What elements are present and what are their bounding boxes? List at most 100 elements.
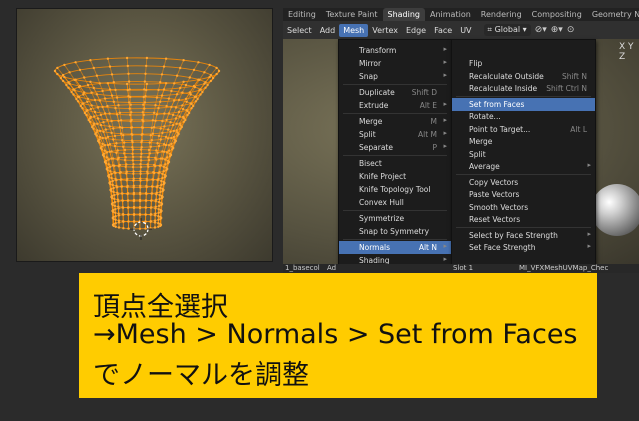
- mesh-menu-item-bisect[interactable]: Bisect: [339, 157, 451, 170]
- mesh-vertex: [163, 125, 166, 128]
- mesh-menu-item-separate[interactable]: Separate P ▸: [339, 141, 451, 154]
- menu-item-label: Convex Hull: [359, 198, 404, 207]
- menu-item-shortcut: Shift N: [561, 71, 587, 81]
- normals-menu-item-rotate[interactable]: Rotate...: [452, 110, 595, 123]
- normals-menu-item-flip[interactable]: Flip: [452, 57, 595, 70]
- mesh-vertex: [76, 95, 80, 98]
- menu-edge[interactable]: Edge: [402, 24, 430, 37]
- mesh-vertex: [125, 82, 129, 86]
- mesh-vertex: [150, 139, 153, 142]
- tab-animation[interactable]: Animation: [425, 8, 476, 21]
- normals-menu-item-reset-vectors[interactable]: Reset Vectors: [452, 213, 595, 226]
- mesh-menu-item-merge[interactable]: Merge M ▸: [339, 115, 451, 128]
- mesh-menu-item-knife-project[interactable]: Knife Project: [339, 170, 451, 183]
- normals-menu-item-recalculate-outside[interactable]: Recalculate Outside Shift N: [452, 70, 595, 83]
- mesh-menu-item-split[interactable]: Split Alt M ▸: [339, 128, 451, 141]
- editor-mode-short[interactable]: Ad: [327, 264, 336, 272]
- mesh-vertex: [138, 213, 142, 216]
- transform-orientation-dropdown[interactable]: ⌗ Global ▾: [483, 24, 531, 36]
- normals-menu-item-copy-vectors[interactable]: Copy Vectors: [452, 176, 595, 189]
- mesh-vertex: [182, 120, 186, 124]
- mesh-vertex: [139, 148, 143, 151]
- menu-mesh[interactable]: Mesh: [339, 23, 369, 37]
- mesh-vertex: [164, 82, 168, 85]
- slot-dropdown[interactable]: Slot 1: [453, 264, 473, 272]
- mesh-vertex: [117, 221, 121, 224]
- mesh-vertex: [154, 156, 157, 159]
- mesh-vertex: [141, 111, 144, 114]
- mesh-vertex: [112, 215, 115, 219]
- mesh-menu-item-convex-hull[interactable]: Convex Hull: [339, 196, 451, 209]
- mesh-menu-item-snap-to-symmetry[interactable]: Snap to Symmetry: [339, 225, 451, 238]
- mesh-menu-item-symmetrize[interactable]: Symmetrize: [339, 212, 451, 225]
- mesh-vertex: [154, 119, 157, 123]
- mesh-vertex: [143, 101, 147, 104]
- mesh-vertex: [206, 83, 209, 87]
- normals-menu-item-set-from-faces[interactable]: Set from Faces: [452, 97, 595, 111]
- mesh-vertex: [131, 155, 135, 159]
- tab-compositing[interactable]: Compositing: [527, 8, 587, 21]
- material-name-field[interactable]: MI_VFXMeshUVMap_Chec: [519, 264, 608, 272]
- mesh-vertex: [110, 94, 114, 97]
- mesh-vertex: [100, 145, 104, 148]
- pivot-icon[interactable]: ⊘▾: [535, 25, 547, 35]
- mesh-vertex: [127, 101, 131, 104]
- normals-menu-item-paste-vectors[interactable]: Paste Vectors: [452, 188, 595, 201]
- mesh-vertex: [117, 200, 120, 203]
- tab-texture-paint[interactable]: Texture Paint: [321, 8, 383, 21]
- tab-editing[interactable]: Editing: [283, 8, 321, 21]
- mesh-vertex: [131, 148, 135, 151]
- proportional-edit-icon[interactable]: ⊙: [567, 25, 575, 35]
- snap-icon[interactable]: ⊕▾: [551, 25, 563, 35]
- mesh-vertex: [90, 91, 93, 94]
- normals-submenu: Flip Recalculate Outside Shift N Recalculat…: [451, 39, 596, 266]
- mesh-vertex: [146, 163, 149, 166]
- menu-face[interactable]: Face: [430, 24, 456, 37]
- mesh-vertex: [108, 65, 112, 68]
- mesh-menu-item-mirror[interactable]: Mirror ▸: [339, 57, 451, 70]
- mesh-menu-item-transform[interactable]: Transform ▸: [339, 44, 451, 57]
- mesh-menu-item-normals[interactable]: Normals Alt N ▸: [339, 241, 451, 254]
- mesh-vertex: [108, 125, 111, 128]
- mesh-vertex: [108, 88, 112, 91]
- mesh-vertex: [144, 192, 148, 195]
- mesh-menu-item-duplicate[interactable]: Duplicate Shift D: [339, 86, 451, 99]
- normals-menu-item-smooth-vectors[interactable]: Smooth Vectors: [452, 201, 595, 214]
- tab-rendering[interactable]: Rendering: [476, 8, 527, 21]
- mesh-vertex: [114, 215, 117, 218]
- menu-vertex[interactable]: Vertex: [368, 24, 402, 37]
- mesh-menu-item-extrude[interactable]: Extrude Alt E ▸: [339, 99, 451, 112]
- normals-menu-item-split[interactable]: Split: [452, 148, 595, 161]
- menu-select[interactable]: Select: [283, 24, 316, 37]
- normals-menu-item-set-face-strength[interactable]: Set Face Strength ▸: [452, 241, 595, 254]
- menu-uv[interactable]: UV: [456, 24, 475, 37]
- mesh-vertex: [76, 100, 80, 103]
- mesh-vertex: [149, 134, 152, 137]
- normals-menu-item-merge[interactable]: Merge: [452, 135, 595, 148]
- submenu-arrow-icon: ▸: [587, 229, 591, 238]
- object-name-field[interactable]: 1_basecol: [285, 264, 320, 272]
- mesh-vertex: [167, 144, 171, 147]
- normals-menu-item-average[interactable]: Average ▸: [452, 160, 595, 173]
- tab-geometry-nodes[interactable]: Geometry N: [587, 8, 639, 21]
- menu-item-shortcut: P: [432, 143, 437, 152]
- mesh-vertex: [65, 83, 68, 87]
- mesh-vertex: [101, 136, 104, 140]
- axis-gizmo-label: X Y Z: [619, 42, 634, 62]
- funnel-mesh-wireframe: [53, 56, 221, 240]
- tab-shading[interactable]: Shading: [382, 8, 425, 21]
- normals-menu-item-select-by-face-strength[interactable]: Select by Face Strength ▸: [452, 229, 595, 242]
- menu-add[interactable]: Add: [316, 24, 340, 37]
- mesh-vertex: [79, 104, 82, 108]
- mesh-vertex: [163, 173, 167, 177]
- normals-menu-item-recalculate-inside[interactable]: Recalculate Inside Shift Ctrl N: [452, 82, 595, 95]
- mesh-vertex: [155, 96, 159, 99]
- mesh-vertex: [114, 171, 117, 175]
- mesh-menu-item-knife-topology-tool[interactable]: Knife Topology Tool: [339, 183, 451, 196]
- mesh-vertex: [138, 227, 142, 230]
- mesh-vertex: [74, 61, 77, 64]
- mesh-vertex: [89, 80, 92, 84]
- normals-menu-item-point-to-target[interactable]: Point to Target... Alt L: [452, 123, 595, 136]
- mesh-menu-item-snap[interactable]: Snap ▸: [339, 70, 451, 83]
- left-3d-viewport[interactable]: [16, 8, 273, 262]
